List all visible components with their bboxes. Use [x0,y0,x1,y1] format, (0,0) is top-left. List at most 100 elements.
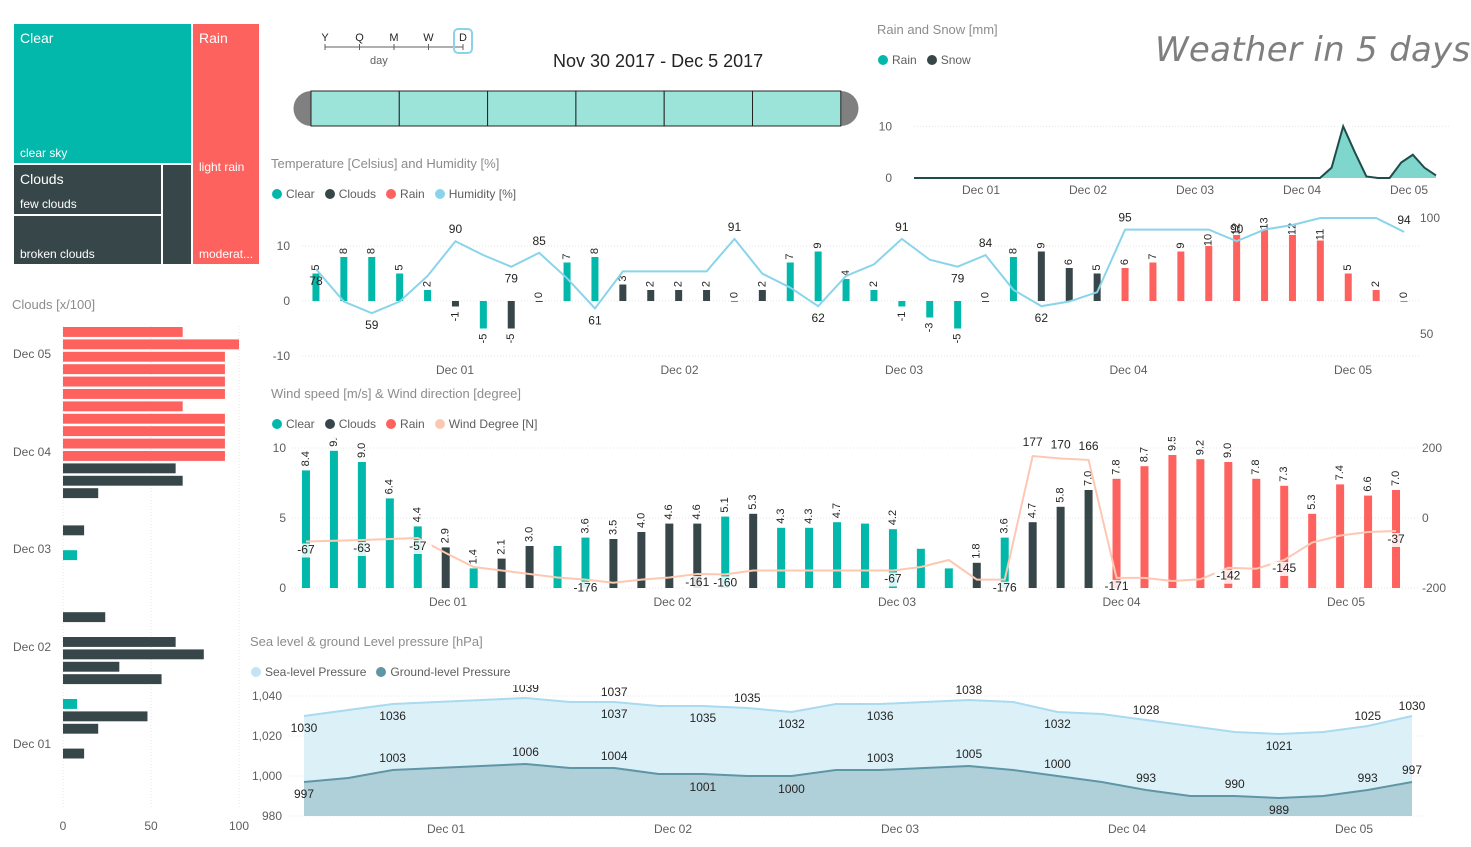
treemap-moderate-rain-label: moderat... [199,247,254,261]
rain-snow-chart[interactable]: 10 0 Dec 01 Dec 02 Dec 03 Dec 04 Dec 05 [870,100,1460,205]
wind-degree-label: -63 [353,541,371,555]
x-tick-label: Dec 01 [427,822,465,836]
temp-label: 10 [1203,234,1215,246]
clouds-bar [63,389,225,399]
x-tick-label: Dec 01 [962,183,1000,197]
y-tick-label: 10 [277,239,291,253]
temp-bar [1288,235,1296,301]
wind-bar [469,568,478,588]
wind-bar [329,450,338,588]
slicer-level-d: D [459,32,467,44]
timeline-day-cell [663,90,754,127]
temp-bar [507,301,515,329]
treemap-clouds-label: Clouds [20,171,64,187]
temp-label: 13 [1258,217,1270,229]
wind-bar [860,523,869,588]
legend-clouds-dot [324,189,335,199]
wind-degree-label: -145 [1272,561,1296,575]
timeline-right-handle[interactable] [841,91,859,126]
temp-bar [870,290,878,301]
rain-snow-title: Rain and Snow [mm] [877,22,998,37]
wind-speed-label: 6.6 [1362,476,1374,491]
ground-label: 997 [1402,763,1422,777]
x-tick-label: Dec 01 [429,595,467,609]
treemap-clouds[interactable]: Clouds few clouds [13,164,162,215]
sea-label: 1039 [512,685,539,695]
ground-label: 1000 [1044,757,1071,771]
wind-bar [916,548,925,588]
timeline-day-cell [575,90,665,127]
temp-bar [1400,301,1408,302]
temp-label: 0 [728,292,740,298]
wind-speed-label: 3.6 [579,518,591,533]
wind-degree-label: 177 [1023,437,1043,449]
wind-bar [525,546,534,588]
temp-legend: Clear Clouds Rain Humidity [%] [272,187,516,201]
legend-clouds-dot [324,419,335,429]
y-tick-label: Dec 04 [13,445,51,459]
temp-label: -5 [505,334,517,344]
wind-speed-label: 8.4 [300,451,312,466]
x-tick-label: Dec 02 [653,595,691,609]
x-tick-label: Dec 02 [660,363,698,377]
wind-bar [1168,455,1177,588]
temp-label: 8 [366,248,378,254]
temp-bar [1065,268,1073,301]
clouds-bar [63,327,183,337]
wind-bar [1364,495,1373,588]
sea-label: 1037 [601,707,628,721]
timeline-left-handle[interactable] [293,91,312,126]
timeline-slider[interactable] [293,90,859,127]
legend-snow-label: Snow [940,53,971,67]
y-tick-label: 1,020 [252,729,282,743]
legend-clear-dot [272,419,282,429]
temp-label: -1 [449,312,461,322]
y-tick-label: 1,040 [252,689,282,703]
x-tick-label: Dec 02 [1069,183,1107,197]
y-tick-label: 980 [262,809,282,823]
wind-speed-label: 9.0 [356,443,368,458]
wind-title: Wind speed [m/s] & Wind direction [degre… [271,386,522,401]
y-tick-label: -10 [273,349,291,363]
treemap-rain[interactable]: Rain light rain moderat... [192,23,260,265]
wind-bar [357,462,366,588]
weather-treemap[interactable]: Clear clear sky Rain light rain moderat.… [13,23,260,265]
wind-degree-label: -171 [1105,579,1129,593]
wind-speed-label: 4.6 [691,504,703,519]
treemap-few-clouds-label: few clouds [20,197,77,211]
temp-bar [451,301,459,307]
temp-bar [982,301,990,302]
legend-rain-dot [386,189,397,199]
wind-bar [1112,478,1121,588]
temp-label: 8 [589,248,601,254]
wind-speed-label: 9.8 [328,437,340,447]
date-range-label: Nov 30 2017 - Dec 5 2017 [553,51,764,71]
y-tick-label: Dec 05 [13,347,51,361]
x-tick-label: Dec 01 [436,363,474,377]
wind-speed-label: 2.9 [440,528,452,543]
treemap-clouds-other[interactable] [162,164,192,265]
wind-speed-label: 7.8 [1110,460,1122,475]
wind-speed-label: 4.3 [803,509,815,524]
wind-speed-label: 3.6 [999,518,1011,533]
pressure-legend: Sea-level Pressure Ground-level Pressure [251,665,510,679]
legend-sea-dot [251,667,261,677]
slicer-level-y: Y [321,32,329,44]
legend-ground-dot [376,667,387,677]
x-tick-label: Dec 02 [654,822,692,836]
pressure-chart[interactable]: 1,040 1,020 1,000 980 Dec 01 Dec 02 Dec 03 Dec … [248,685,1448,845]
temperature-chart[interactable]: 100-1010050Dec 01 Dec 02 Dec 03 Dec 04 Dec 0… [270,205,1460,380]
date-hierarchy-slicer[interactable]: Y Q M W D day [310,28,480,73]
clouds-bar-chart[interactable]: 0 50 100 Dec 05 Dec 04 Dec 03 Dec 02 Dec 01 [8,318,253,838]
temp-label: 7 [1147,253,1159,259]
wind-chart[interactable]: 10 5 0 200 0 -200 Dec 01 Dec 02 Dec 03 Dec 04 Dec … [270,437,1460,612]
humidity-label: 91 [728,220,742,234]
treemap-broken-clouds[interactable]: broken clouds [13,215,162,265]
wind-bar [413,526,422,588]
wind-degree-label: -67 [297,542,315,556]
clouds-bar [63,748,85,759]
treemap-clear[interactable]: Clear clear sky [13,23,192,164]
sea-label: 1036 [379,709,406,723]
temp-bar [1009,257,1017,301]
clouds-bar [63,674,162,685]
